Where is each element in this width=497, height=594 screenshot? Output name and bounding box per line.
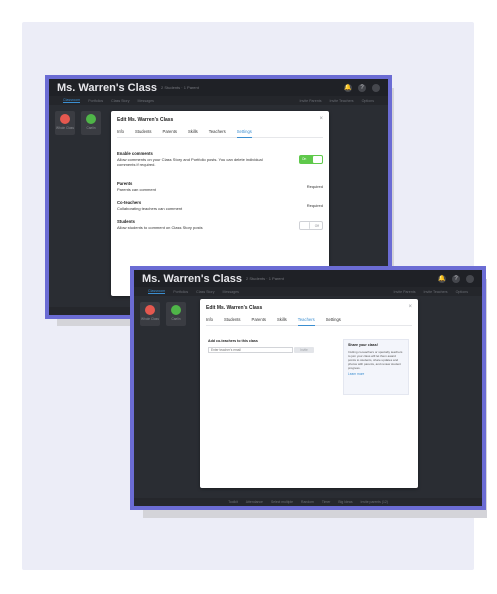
- invite-parents-link[interactable]: Invite Parents: [300, 99, 322, 103]
- toggle-label: On: [302, 157, 307, 161]
- monster-avatar-icon: [86, 114, 96, 124]
- tab-parents[interactable]: Parents: [163, 129, 177, 137]
- invite-parents-button[interactable]: Invite parents (12): [361, 500, 388, 504]
- setting-description: Collaborating teachers can comment: [117, 206, 183, 211]
- tab-parents[interactable]: Parents: [252, 317, 266, 325]
- coteachers-row: Co-teachers Collaborating teachers can c…: [117, 200, 323, 211]
- teacher-email-input[interactable]: [208, 347, 293, 353]
- share-text: Inviting co-teachers or specialty teache…: [348, 350, 403, 370]
- tab-settings[interactable]: Settings: [326, 317, 341, 325]
- close-icon[interactable]: ×: [408, 304, 412, 310]
- tab-classroom[interactable]: Classroom: [63, 98, 81, 103]
- modal-tabs: Info Students Parents Skills Teachers Se…: [206, 317, 412, 326]
- tab-teachers[interactable]: Teachers: [297, 317, 315, 326]
- enable-comments-row: Enable comments Allow comments on your C…: [117, 151, 323, 167]
- tab-portfolios[interactable]: Portfolios: [88, 99, 103, 103]
- top-bar: Ms. Warren's Class 2 Students · 1 Parent…: [134, 270, 482, 287]
- avatar-label: Whole Class: [141, 317, 159, 321]
- toggle-knob: [313, 156, 322, 163]
- tab-class-story[interactable]: Class Story: [111, 99, 129, 103]
- toggle-knob: [300, 222, 310, 229]
- setting-title: Parents: [117, 181, 133, 186]
- bottom-toolbar: Toolkit Attendance Select multiple Rando…: [134, 498, 482, 506]
- bell-icon[interactable]: 🔔: [344, 83, 352, 92]
- tab-skills[interactable]: Skills: [188, 129, 198, 137]
- parents-row: Parents Parents can comment Required: [117, 181, 323, 192]
- tab-info[interactable]: Info: [117, 129, 124, 137]
- setting-value: Required: [306, 184, 323, 189]
- setting-description: Allow comments on your Class Story and P…: [117, 157, 263, 167]
- avatar-label: Caelin: [86, 126, 96, 130]
- options-link[interactable]: Options: [362, 99, 374, 103]
- teachers-screenshot: Ms. Warren's Class 2 Students · 1 Parent…: [134, 270, 482, 506]
- tab-messages[interactable]: Messages: [223, 290, 239, 294]
- help-icon[interactable]: ?: [452, 274, 460, 283]
- monster-avatar-icon: [171, 305, 181, 315]
- bell-icon[interactable]: 🔔: [438, 274, 446, 283]
- modal-title: Edit Ms. Warren's Class: [206, 305, 263, 311]
- tab-students[interactable]: Students: [224, 317, 241, 325]
- tab-skills[interactable]: Skills: [277, 317, 287, 325]
- students-row: Students Allow students to comment on Cl…: [117, 219, 323, 230]
- class-title: Ms. Warren's Class: [57, 81, 158, 94]
- tab-portfolios[interactable]: Portfolios: [173, 290, 188, 294]
- avatar-label: Caelin: [171, 317, 181, 321]
- teachers-screenshot-frame: Ms. Warren's Class 2 Students · 1 Parent…: [130, 266, 486, 510]
- toggle-label: Off: [314, 224, 319, 228]
- top-bar: Ms. Warren's Class 2 Students · 1 Parent…: [49, 79, 388, 96]
- whole-class-tile[interactable]: Whole Class: [55, 111, 75, 135]
- invite-teachers-link[interactable]: Invite Teachers: [424, 290, 448, 294]
- add-teacher-label: Add co-teachers to this class: [208, 339, 258, 343]
- close-icon[interactable]: ×: [319, 116, 323, 122]
- learn-more-link[interactable]: Learn more: [348, 372, 404, 376]
- setting-title: Co-teachers: [117, 200, 142, 205]
- class-tabs: Classroom Portfolios Class Story Message…: [49, 96, 388, 105]
- profile-avatar[interactable]: [466, 274, 474, 283]
- tab-classroom[interactable]: Classroom: [148, 289, 166, 294]
- invite-teachers-link[interactable]: Invite Teachers: [330, 99, 354, 103]
- whole-class-icon: [60, 114, 70, 124]
- random-button[interactable]: Random: [301, 500, 314, 504]
- tab-messages[interactable]: Messages: [138, 99, 154, 103]
- options-link[interactable]: Options: [456, 290, 468, 294]
- setting-title: Enable comments: [117, 151, 153, 156]
- students-comments-toggle[interactable]: Off: [299, 221, 323, 230]
- help-icon[interactable]: ?: [358, 83, 366, 92]
- tab-teachers[interactable]: Teachers: [209, 129, 226, 137]
- invite-parents-link[interactable]: Invite Parents: [394, 290, 416, 294]
- select-multiple-button[interactable]: Select multiple: [271, 500, 293, 504]
- tab-students[interactable]: Students: [135, 129, 152, 137]
- whole-class-tile[interactable]: Whole Class: [140, 302, 160, 326]
- student-tile[interactable]: Caelin: [166, 302, 186, 326]
- profile-avatar[interactable]: [372, 83, 380, 92]
- setting-description: Allow students to comment on Class Story…: [117, 225, 203, 230]
- toolkit-button[interactable]: Toolkit: [228, 500, 238, 504]
- student-tile[interactable]: Caelin: [81, 111, 101, 135]
- big-ideas-button[interactable]: Big Ideas: [338, 500, 352, 504]
- class-title: Ms. Warren's Class: [142, 272, 243, 285]
- tab-settings[interactable]: Settings: [236, 129, 252, 138]
- add-teacher-section: Add co-teachers to this class Invite: [208, 339, 314, 353]
- whole-class-icon: [145, 305, 155, 315]
- class-subtitle: 2 Students · 1 Parent: [161, 85, 199, 90]
- timer-button[interactable]: Timer: [322, 500, 331, 504]
- share-class-panel: Share your class! Inviting co-teachers o…: [343, 339, 409, 395]
- tab-class-story[interactable]: Class Story: [196, 290, 214, 294]
- class-subtitle: 2 Students · 1 Parent: [246, 276, 284, 281]
- setting-title: Students: [117, 219, 135, 224]
- tab-info[interactable]: Info: [206, 317, 213, 325]
- share-title: Share your class!: [348, 343, 378, 347]
- avatar-label: Whole Class: [56, 126, 74, 130]
- modal-title: Edit Ms. Warren's Class: [117, 117, 174, 123]
- invite-button[interactable]: Invite: [294, 347, 314, 353]
- class-tabs: Classroom Portfolios Class Story Message…: [134, 287, 482, 296]
- edit-class-modal: Edit Ms. Warren's Class × Info Students …: [200, 299, 418, 488]
- attendance-button[interactable]: Attendance: [246, 500, 263, 504]
- setting-description: Parents can comment: [117, 187, 156, 192]
- enable-comments-toggle[interactable]: On: [299, 155, 323, 164]
- setting-value: Required: [306, 203, 323, 208]
- modal-tabs: Info Students Parents Skills Teachers Se…: [117, 129, 323, 138]
